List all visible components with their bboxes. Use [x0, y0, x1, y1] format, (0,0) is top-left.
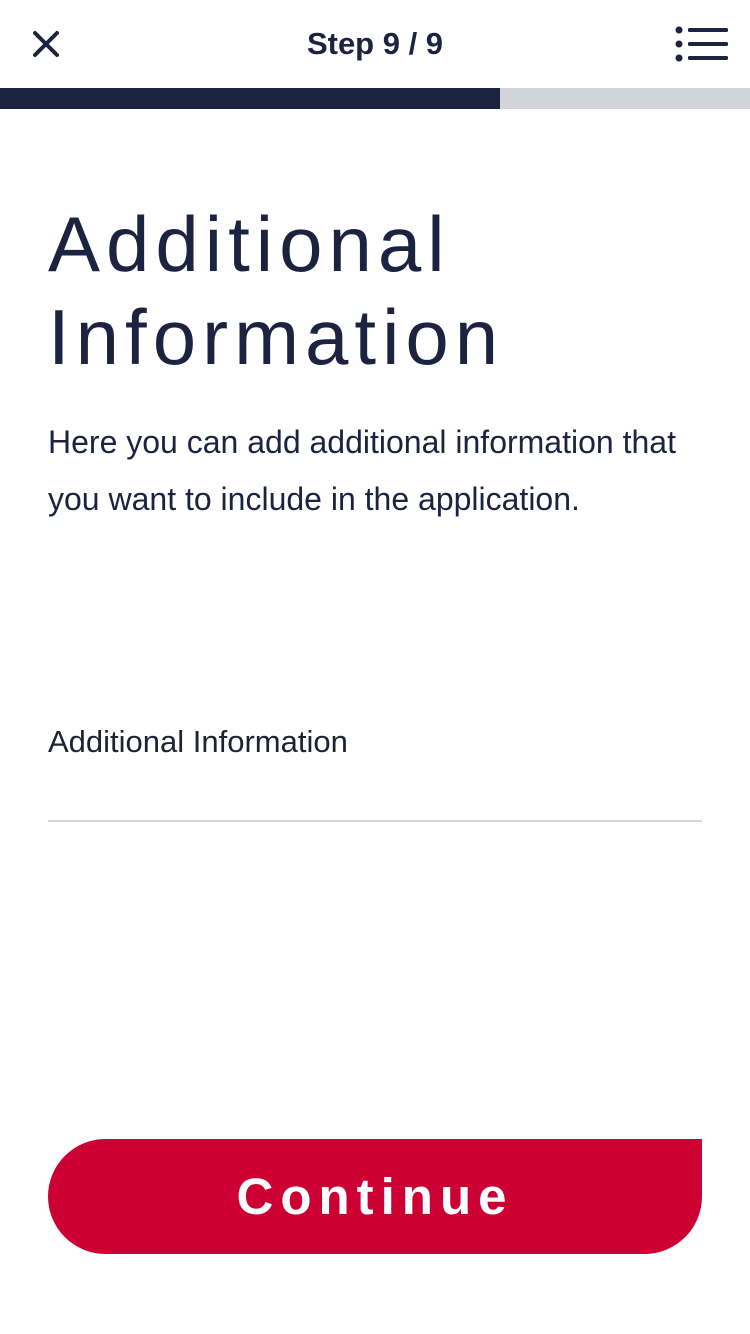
- progress-fill: [0, 88, 501, 109]
- steps-menu-button[interactable]: [672, 18, 732, 70]
- additional-information-input[interactable]: [48, 770, 702, 822]
- close-icon: [33, 31, 59, 57]
- additional-information-label: Additional Information: [48, 724, 348, 759]
- list-icon: [675, 26, 728, 62]
- step-indicator: Step 9 / 9: [306, 26, 444, 61]
- continue-button[interactable]: Continue: [48, 1139, 702, 1254]
- progress-bar: [0, 88, 750, 109]
- top-bar: Step 9 / 9: [0, 0, 750, 88]
- close-button[interactable]: [22, 20, 70, 68]
- page-title: Additional Information: [48, 200, 505, 381]
- page-description: Here you can add additional information …: [48, 424, 676, 517]
